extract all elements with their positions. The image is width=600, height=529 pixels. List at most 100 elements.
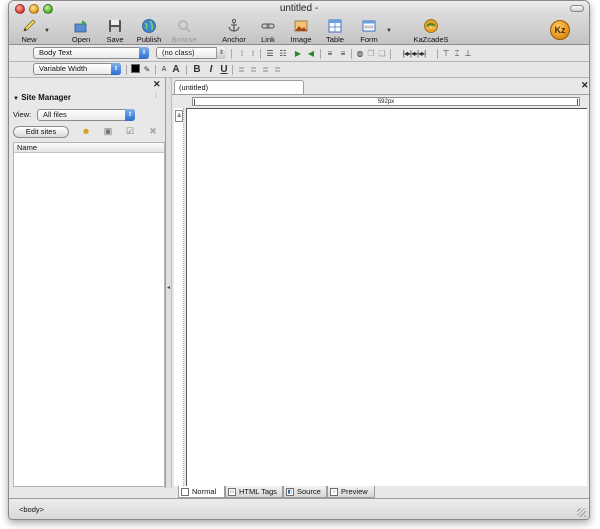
form-button[interactable]: Form [351,18,387,44]
paragraph-style-select[interactable]: Body Text ⇕ [33,47,149,59]
image-button-label: Image [290,35,312,44]
align-justify-button[interactable]: ≣ [272,64,283,76]
kazcades-button-label: KaZcadeS [413,35,449,44]
align-left-button[interactable]: ≣ [236,64,247,76]
tag-path[interactable]: <body> [19,505,44,514]
highlight-pen-icon[interactable]: ✎ [142,64,152,76]
browse-button[interactable]: Browse [166,18,202,44]
view-select[interactable]: All files ⇕ [37,109,135,121]
valign-middle-button[interactable]: ⌶ [452,48,462,60]
collapse-arrow-icon: ◂ [167,285,171,291]
format-bar-paragraph: Body Text ⇕ (no class) ⇕ ⁝ ⁝ ☰ ☷ ▶ ◀ ≡ ≡… [9,46,589,62]
align-center-button[interactable]: ≣ [248,64,259,76]
align-right-button[interactable]: ≣ [260,64,271,76]
toolbar-separator [186,65,187,75]
tab-preview[interactable]: ○ Preview [327,486,375,498]
source-code-icon: ◧ [286,488,294,496]
site-manager-panel: ✕ ▼ Site Manager ⁞ View: All files ⇕ Edi… [9,78,166,488]
font-larger-button[interactable]: A [170,64,182,76]
bullet-list-button[interactable]: ☷ [277,48,289,60]
toolbar-separator [351,49,352,59]
new-menu-arrow[interactable]: ▼ [44,28,50,34]
close-tab-icon[interactable]: ✕ [581,80,589,91]
publish-button[interactable]: Publish [131,18,167,44]
app-window: untitled - New ▼ Open Save Publish Brows… [8,0,590,520]
kazcades-button[interactable]: CSS KaZcadeS [409,18,453,44]
site-manager-header[interactable]: ▼ Site Manager [13,93,71,102]
resize-grip-icon[interactable] [577,508,586,517]
open-button-label: Open [71,35,91,44]
align-right-block-button[interactable]: ≡ [337,48,349,60]
table-button[interactable]: Table [317,18,353,44]
site-file-list[interactable]: Name [13,142,165,487]
toolbar-separator [232,65,233,75]
anchor-button[interactable]: Anchor [216,18,252,44]
publish-button-label: Publish [136,35,162,44]
tab-normal-label: Normal [192,487,217,496]
status-bar: <body> [9,498,589,519]
minimize-window-button[interactable] [29,4,39,14]
delete-icon[interactable]: ✖ [147,125,159,137]
class-select[interactable]: (no class) ⇕ [156,47,226,59]
layer-icon[interactable]: ◍ [355,48,365,60]
document-tab-label: (untitled) [179,83,209,92]
paragraph-marker[interactable]: a [175,110,183,122]
italic-button[interactable]: I [205,64,217,76]
valign-bottom-button[interactable]: ⊥ [463,48,473,60]
outdent-button[interactable]: ◀ [305,48,317,60]
zoom-window-button[interactable] [43,4,53,14]
close-panel-icon[interactable]: ✕ [153,79,161,90]
horizontal-ruler[interactable]: 592px [192,97,580,106]
document-canvas[interactable] [186,108,587,486]
new-folder-icon[interactable]: ☻ [80,125,92,137]
toolbar-separator [260,49,261,59]
line-break-button[interactable]: ⁝ [237,48,247,60]
edit-sites-label: Edit sites [25,127,57,136]
document-tab[interactable]: (untitled) [174,80,304,94]
form-menu-arrow[interactable]: ▼ [386,28,392,34]
bold-label: B [193,64,201,75]
valign-top-button[interactable]: ⊤ [441,48,451,60]
toolbar-separator [390,49,391,59]
toolbar-separator [231,49,232,59]
new-button[interactable]: New [11,18,47,44]
edit-file-icon[interactable]: ☑ [124,125,136,137]
paragraph-style-value: Body Text [39,48,72,57]
edit-sites-button[interactable]: Edit sites [13,126,69,138]
chain-link-icon [261,23,275,29]
image-button[interactable]: Image [283,18,319,44]
form-icon [362,20,376,32]
toolbar-toggle-button[interactable] [570,5,584,12]
align-left-block-button[interactable]: ≡ [324,48,336,60]
nonbreak-space-button[interactable]: ⁝ [248,48,258,60]
tab-source[interactable]: ◧ Source [283,486,327,498]
name-column-header[interactable]: Name [14,143,164,153]
title-bar: untitled - [9,1,589,17]
font-select[interactable]: Variable Width ⇕ [33,63,121,75]
form-button-label: Form [360,35,378,44]
floppy-disk-icon [109,20,121,32]
close-window-button[interactable] [15,4,25,14]
tab-normal[interactable]: Normal [178,486,225,498]
open-button[interactable]: Open [63,18,99,44]
link-button[interactable]: Link [250,18,286,44]
numbered-list-button[interactable]: ☰ [264,48,276,60]
window-title: untitled - [279,3,319,14]
panel-grip-icon[interactable]: ⁞ [155,93,157,100]
duplicate-icon[interactable]: ❐ [366,48,376,60]
font-smaller-button[interactable]: A [159,64,169,76]
magnifier-icon [178,20,191,33]
tab-source-label: Source [297,487,321,496]
refresh-site-icon[interactable]: ▣ [102,125,114,137]
text-color-swatch[interactable] [131,64,140,73]
indent-button[interactable]: ▶ [292,48,304,60]
spacing-controls[interactable]: |◂▸|◂▸|◂▸| [394,48,434,60]
underline-button[interactable]: U [218,64,230,76]
arrange-icon[interactable]: ❏ [377,48,387,60]
save-button[interactable]: Save [97,18,133,44]
anchor-icon [228,18,240,32]
bold-button[interactable]: B [191,64,203,76]
toolbar-separator [320,49,321,59]
editor-area: (untitled) ✕ 592px a Normal ▭ HTML Tags … [172,78,589,498]
tab-html-tags[interactable]: ▭ HTML Tags [225,486,283,498]
